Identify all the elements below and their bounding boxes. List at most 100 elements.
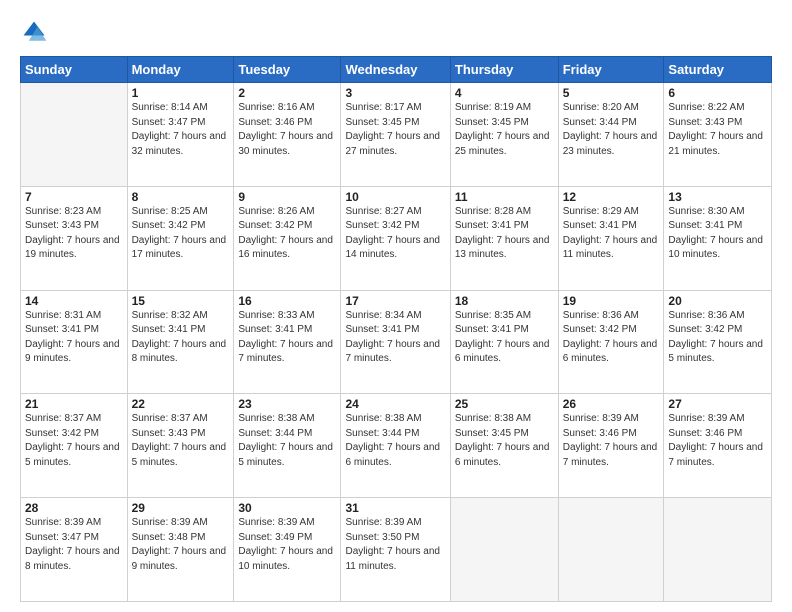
calendar-day-cell: 21Sunrise: 8:37 AMSunset: 3:42 PMDayligh… (21, 394, 128, 498)
day-number: 18 (455, 294, 554, 308)
day-info: Sunrise: 8:17 AMSunset: 3:45 PMDaylight:… (345, 101, 445, 159)
day-number: 16 (238, 294, 336, 308)
day-number: 9 (238, 190, 336, 204)
calendar-week-row: 21Sunrise: 8:37 AMSunset: 3:42 PMDayligh… (21, 394, 772, 498)
day-info: Sunrise: 8:37 AMSunset: 3:42 PMDaylight:… (25, 412, 123, 470)
day-info: Sunrise: 8:20 AMSunset: 3:44 PMDaylight:… (563, 101, 660, 159)
day-number: 13 (668, 190, 767, 204)
calendar-week-row: 7Sunrise: 8:23 AMSunset: 3:43 PMDaylight… (21, 186, 772, 290)
day-number: 15 (132, 294, 230, 308)
weekday-header-sunday: Sunday (21, 57, 128, 83)
calendar-day-cell: 6Sunrise: 8:22 AMSunset: 3:43 PMDaylight… (664, 83, 772, 187)
day-info: Sunrise: 8:37 AMSunset: 3:43 PMDaylight:… (132, 412, 230, 470)
calendar-day-cell: 20Sunrise: 8:36 AMSunset: 3:42 PMDayligh… (664, 290, 772, 394)
day-info: Sunrise: 8:32 AMSunset: 3:41 PMDaylight:… (132, 309, 230, 367)
day-info: Sunrise: 8:39 AMSunset: 3:46 PMDaylight:… (668, 412, 767, 470)
day-info: Sunrise: 8:36 AMSunset: 3:42 PMDaylight:… (668, 309, 767, 367)
day-info: Sunrise: 8:14 AMSunset: 3:47 PMDaylight:… (132, 101, 230, 159)
calendar-week-row: 1Sunrise: 8:14 AMSunset: 3:47 PMDaylight… (21, 83, 772, 187)
day-number: 14 (25, 294, 123, 308)
day-number: 17 (345, 294, 445, 308)
day-info: Sunrise: 8:31 AMSunset: 3:41 PMDaylight:… (25, 309, 123, 367)
day-number: 25 (455, 397, 554, 411)
day-number: 4 (455, 86, 554, 100)
calendar-day-cell: 3Sunrise: 8:17 AMSunset: 3:45 PMDaylight… (341, 83, 450, 187)
day-number: 19 (563, 294, 660, 308)
day-number: 26 (563, 397, 660, 411)
day-info: Sunrise: 8:38 AMSunset: 3:44 PMDaylight:… (345, 412, 445, 470)
day-info: Sunrise: 8:27 AMSunset: 3:42 PMDaylight:… (345, 205, 445, 263)
weekday-header-thursday: Thursday (450, 57, 558, 83)
calendar-day-cell: 2Sunrise: 8:16 AMSunset: 3:46 PMDaylight… (234, 83, 341, 187)
day-number: 10 (345, 190, 445, 204)
day-info: Sunrise: 8:29 AMSunset: 3:41 PMDaylight:… (563, 205, 660, 263)
calendar-day-cell: 9Sunrise: 8:26 AMSunset: 3:42 PMDaylight… (234, 186, 341, 290)
calendar-day-cell: 16Sunrise: 8:33 AMSunset: 3:41 PMDayligh… (234, 290, 341, 394)
calendar-day-cell: 14Sunrise: 8:31 AMSunset: 3:41 PMDayligh… (21, 290, 128, 394)
calendar-day-cell: 19Sunrise: 8:36 AMSunset: 3:42 PMDayligh… (558, 290, 664, 394)
calendar-day-cell: 26Sunrise: 8:39 AMSunset: 3:46 PMDayligh… (558, 394, 664, 498)
logo-icon (20, 18, 48, 46)
weekday-header-monday: Monday (127, 57, 234, 83)
calendar-day-cell: 10Sunrise: 8:27 AMSunset: 3:42 PMDayligh… (341, 186, 450, 290)
day-info: Sunrise: 8:39 AMSunset: 3:50 PMDaylight:… (345, 516, 445, 574)
calendar-day-cell: 4Sunrise: 8:19 AMSunset: 3:45 PMDaylight… (450, 83, 558, 187)
calendar-day-cell: 22Sunrise: 8:37 AMSunset: 3:43 PMDayligh… (127, 394, 234, 498)
calendar-day-cell: 30Sunrise: 8:39 AMSunset: 3:49 PMDayligh… (234, 498, 341, 602)
weekday-header-friday: Friday (558, 57, 664, 83)
calendar-day-cell: 1Sunrise: 8:14 AMSunset: 3:47 PMDaylight… (127, 83, 234, 187)
day-info: Sunrise: 8:30 AMSunset: 3:41 PMDaylight:… (668, 205, 767, 263)
day-number: 5 (563, 86, 660, 100)
calendar-day-cell: 5Sunrise: 8:20 AMSunset: 3:44 PMDaylight… (558, 83, 664, 187)
day-info: Sunrise: 8:39 AMSunset: 3:49 PMDaylight:… (238, 516, 336, 574)
day-info: Sunrise: 8:39 AMSunset: 3:46 PMDaylight:… (563, 412, 660, 470)
calendar-day-cell: 7Sunrise: 8:23 AMSunset: 3:43 PMDaylight… (21, 186, 128, 290)
day-number: 30 (238, 501, 336, 515)
calendar-day-cell (450, 498, 558, 602)
calendar-day-cell: 12Sunrise: 8:29 AMSunset: 3:41 PMDayligh… (558, 186, 664, 290)
calendar-day-cell: 25Sunrise: 8:38 AMSunset: 3:45 PMDayligh… (450, 394, 558, 498)
page: SundayMondayTuesdayWednesdayThursdayFrid… (0, 0, 792, 612)
calendar-day-cell: 13Sunrise: 8:30 AMSunset: 3:41 PMDayligh… (664, 186, 772, 290)
day-info: Sunrise: 8:26 AMSunset: 3:42 PMDaylight:… (238, 205, 336, 263)
day-number: 27 (668, 397, 767, 411)
day-number: 1 (132, 86, 230, 100)
day-number: 23 (238, 397, 336, 411)
day-info: Sunrise: 8:19 AMSunset: 3:45 PMDaylight:… (455, 101, 554, 159)
calendar-day-cell: 18Sunrise: 8:35 AMSunset: 3:41 PMDayligh… (450, 290, 558, 394)
calendar-table: SundayMondayTuesdayWednesdayThursdayFrid… (20, 56, 772, 602)
weekday-header-tuesday: Tuesday (234, 57, 341, 83)
calendar-day-cell: 23Sunrise: 8:38 AMSunset: 3:44 PMDayligh… (234, 394, 341, 498)
day-number: 12 (563, 190, 660, 204)
calendar-day-cell: 15Sunrise: 8:32 AMSunset: 3:41 PMDayligh… (127, 290, 234, 394)
day-info: Sunrise: 8:39 AMSunset: 3:48 PMDaylight:… (132, 516, 230, 574)
day-info: Sunrise: 8:23 AMSunset: 3:43 PMDaylight:… (25, 205, 123, 263)
day-number: 6 (668, 86, 767, 100)
logo (20, 18, 52, 46)
day-info: Sunrise: 8:35 AMSunset: 3:41 PMDaylight:… (455, 309, 554, 367)
calendar-day-cell: 28Sunrise: 8:39 AMSunset: 3:47 PMDayligh… (21, 498, 128, 602)
day-info: Sunrise: 8:39 AMSunset: 3:47 PMDaylight:… (25, 516, 123, 574)
day-info: Sunrise: 8:22 AMSunset: 3:43 PMDaylight:… (668, 101, 767, 159)
day-number: 20 (668, 294, 767, 308)
header (20, 18, 772, 46)
calendar-week-row: 14Sunrise: 8:31 AMSunset: 3:41 PMDayligh… (21, 290, 772, 394)
day-number: 29 (132, 501, 230, 515)
calendar-day-cell (21, 83, 128, 187)
weekday-header-wednesday: Wednesday (341, 57, 450, 83)
calendar-week-row: 28Sunrise: 8:39 AMSunset: 3:47 PMDayligh… (21, 498, 772, 602)
day-number: 31 (345, 501, 445, 515)
weekday-header-row: SundayMondayTuesdayWednesdayThursdayFrid… (21, 57, 772, 83)
day-number: 24 (345, 397, 445, 411)
day-number: 2 (238, 86, 336, 100)
calendar-day-cell: 17Sunrise: 8:34 AMSunset: 3:41 PMDayligh… (341, 290, 450, 394)
calendar-day-cell (558, 498, 664, 602)
day-info: Sunrise: 8:38 AMSunset: 3:44 PMDaylight:… (238, 412, 336, 470)
day-number: 8 (132, 190, 230, 204)
day-number: 11 (455, 190, 554, 204)
calendar-day-cell: 31Sunrise: 8:39 AMSunset: 3:50 PMDayligh… (341, 498, 450, 602)
calendar-day-cell (664, 498, 772, 602)
weekday-header-saturday: Saturday (664, 57, 772, 83)
day-info: Sunrise: 8:16 AMSunset: 3:46 PMDaylight:… (238, 101, 336, 159)
day-info: Sunrise: 8:25 AMSunset: 3:42 PMDaylight:… (132, 205, 230, 263)
